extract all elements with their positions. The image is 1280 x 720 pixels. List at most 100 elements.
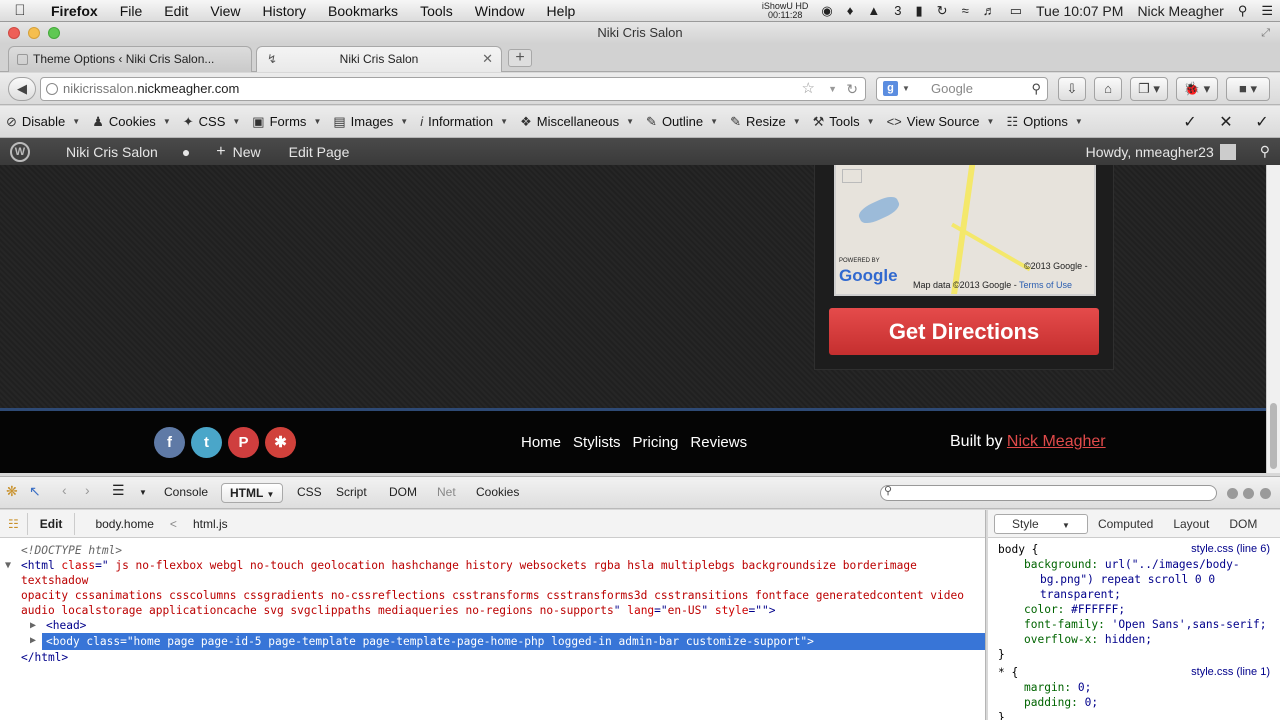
body-node[interactable]: ▶ <body class="home page page-id-5 page-t… xyxy=(0,633,985,650)
edit-mode-icon[interactable]: ☷ xyxy=(0,517,27,531)
footer-link-reviews[interactable]: Reviews xyxy=(684,434,753,451)
expand-toggle-icon[interactable]: ▼ xyxy=(5,558,11,573)
side-tab-dom[interactable]: DOM xyxy=(1219,517,1267,531)
menu-history[interactable]: History xyxy=(251,3,317,19)
panel-list-icon[interactable]: ☰ xyxy=(112,482,125,499)
minimize-window-button[interactable] xyxy=(28,27,40,39)
page-scrollbar[interactable] xyxy=(1266,165,1280,473)
pinterest-icon[interactable]: P xyxy=(228,427,259,458)
wifi-icon[interactable]: ≈ xyxy=(955,3,976,18)
fullscreen-icon[interactable]: ⤢ xyxy=(1261,22,1270,44)
search-engine-dropdown-icon[interactable]: ▼ xyxy=(902,78,910,100)
bookmarks-menu-button[interactable]: ❐ ▾ xyxy=(1130,77,1168,101)
head-node[interactable]: ▶ <head> xyxy=(0,618,985,633)
screen-recorder-status[interactable]: iShowU HD 00:11:28 xyxy=(756,1,815,20)
menu-bookmarks[interactable]: Bookmarks xyxy=(317,3,409,19)
wd-images[interactable]: ▤ Images ▼ xyxy=(327,114,414,130)
menu-view[interactable]: View xyxy=(199,3,251,19)
wd-forms[interactable]: ▣ Forms ▼ xyxy=(246,114,327,130)
google-map[interactable]: POWERED BY Google ©2013 Google - Map dat… xyxy=(834,165,1096,296)
forward-arrow-icon[interactable]: › xyxy=(85,482,90,498)
battery-status-icon[interactable]: ▮ xyxy=(909,3,930,19)
fb-tab-console[interactable]: Console xyxy=(164,485,208,499)
wd-cookies[interactable]: ♟ Cookies ▼ xyxy=(86,114,177,130)
wd-information[interactable]: i Information ▼ xyxy=(414,114,514,129)
tab-niki-cris-salon[interactable]: ↯ Niki Cris Salon ✕ xyxy=(256,46,502,72)
time-machine-icon[interactable]: ↻ xyxy=(930,3,955,19)
camera-icon[interactable]: ◉ xyxy=(814,3,839,19)
menubar-clock[interactable]: Tue 10:07 PM xyxy=(1029,3,1130,19)
wp-comments-menu[interactable]: ● xyxy=(168,138,200,165)
menu-file[interactable]: File xyxy=(109,3,154,19)
back-arrow-icon[interactable]: ‹ xyxy=(62,482,67,498)
facebook-icon[interactable]: f xyxy=(154,427,185,458)
edit-button[interactable]: Edit xyxy=(26,512,76,535)
home-button[interactable]: ⌂ xyxy=(1094,77,1122,101)
wd-options[interactable]: ☷ Options ▼ xyxy=(1000,114,1088,130)
fb-tab-dom[interactable]: DOM xyxy=(389,485,417,499)
notification-center-icon[interactable]: ☰ xyxy=(1254,3,1280,19)
downloads-button[interactable]: ⇩ xyxy=(1058,77,1086,101)
menu-app-name[interactable]: Firefox xyxy=(40,3,109,19)
footer-link-home[interactable]: Home xyxy=(515,434,567,451)
search-bar[interactable]: g ▼ Google ⚲ xyxy=(876,77,1048,101)
fb-minimize-button[interactable] xyxy=(1227,488,1238,499)
collapse-toggle-icon[interactable]: ▶ xyxy=(30,633,36,648)
collapse-toggle-icon[interactable]: ▶ xyxy=(30,618,36,633)
firebug-search-input[interactable]: ⚲ xyxy=(880,485,1217,501)
inspect-element-icon[interactable]: ↖ xyxy=(29,483,41,500)
volume-icon[interactable]: ♬ xyxy=(976,3,1003,18)
addon-menu-button[interactable]: ■ ▾ xyxy=(1226,77,1270,101)
css-declaration[interactable]: padding: 0; xyxy=(998,695,1270,710)
evernote-icon[interactable]: ♦ xyxy=(840,3,861,18)
rule-selector[interactable]: * { xyxy=(998,666,1018,679)
footer-link-pricing[interactable]: Pricing xyxy=(627,434,685,451)
rule-source-link[interactable]: style.css (line 1) xyxy=(1191,665,1270,680)
map-terms-link[interactable]: Terms of Use xyxy=(1019,280,1072,290)
wd-disable[interactable]: ⊘ Disable ▼ xyxy=(0,114,86,130)
menu-edit[interactable]: Edit xyxy=(153,3,199,19)
menu-help[interactable]: Help xyxy=(536,3,587,19)
css-declaration[interactable]: color: #FFFFFF; xyxy=(998,602,1270,617)
author-link[interactable]: Nick Meagher xyxy=(1007,433,1106,450)
css-declaration[interactable]: font-family: 'Open Sans',sans-serif; xyxy=(998,617,1270,632)
css-check-icon[interactable]: ✓ xyxy=(1244,112,1280,132)
wd-css[interactable]: ✦ CSS ▼ xyxy=(177,114,247,130)
wp-site-name[interactable]: Niki Cris Salon xyxy=(40,138,168,165)
menu-tools[interactable]: Tools xyxy=(409,3,464,19)
firebug-menu-button[interactable]: 🐞 ▾ xyxy=(1176,77,1218,101)
menubar-user[interactable]: Nick Meagher xyxy=(1130,3,1230,19)
side-tab-computed[interactable]: Computed xyxy=(1088,517,1163,531)
notification-count[interactable]: 3 xyxy=(887,3,908,18)
google-logo[interactable]: Google xyxy=(839,266,898,286)
crumb-body[interactable]: body.home xyxy=(75,517,161,531)
yelp-icon[interactable]: ✱ xyxy=(265,427,296,458)
new-tab-button[interactable]: + xyxy=(508,49,532,67)
validation-check-icon[interactable]: ✓ xyxy=(1172,112,1208,132)
fb-tab-net[interactable]: Net xyxy=(437,485,456,499)
menu-window[interactable]: Window xyxy=(464,3,536,19)
close-window-button[interactable] xyxy=(8,27,20,39)
wd-miscellaneous[interactable]: ❖ Miscellaneous ▼ xyxy=(514,114,640,130)
wp-search[interactable]: ⚲ xyxy=(1246,138,1280,165)
css-declaration[interactable]: overflow-x: hidden; xyxy=(998,632,1270,647)
battery-icon[interactable]: ▭ xyxy=(1003,3,1029,19)
bookmark-star-icon[interactable]: ☆ xyxy=(802,78,815,100)
side-tab-style[interactable]: Style ▼ xyxy=(994,513,1088,534)
html-node[interactable]: ▼ <html class=" js no-flexbox webgl no-to… xyxy=(0,558,985,588)
scrollbar-thumb[interactable] xyxy=(1270,403,1277,469)
apple-menu-icon[interactable]:  xyxy=(0,2,40,19)
wp-new-menu[interactable]: + New xyxy=(200,138,270,165)
wp-account-menu[interactable]: Howdy, nmeagher23 xyxy=(1076,138,1246,165)
wd-view-source[interactable]: <> View Source ▼ xyxy=(881,114,1001,129)
wd-tools[interactable]: ⚒ Tools ▼ xyxy=(807,114,881,130)
fb-close-button[interactable] xyxy=(1260,488,1271,499)
css-declaration[interactable]: margin: 0; xyxy=(998,680,1270,695)
adobe-icon[interactable]: ▲ xyxy=(860,3,887,18)
close-toolbar-icon[interactable]: ✕ xyxy=(1208,112,1244,132)
firebug-bug-icon[interactable]: ❋ xyxy=(6,483,18,500)
wd-outline[interactable]: ✎ Outline ▼ xyxy=(640,114,724,130)
fb-tab-html[interactable]: HTML ▼ xyxy=(221,483,284,503)
get-directions-button[interactable]: Get Directions xyxy=(829,308,1099,355)
search-engine-icon[interactable]: g xyxy=(883,81,898,96)
